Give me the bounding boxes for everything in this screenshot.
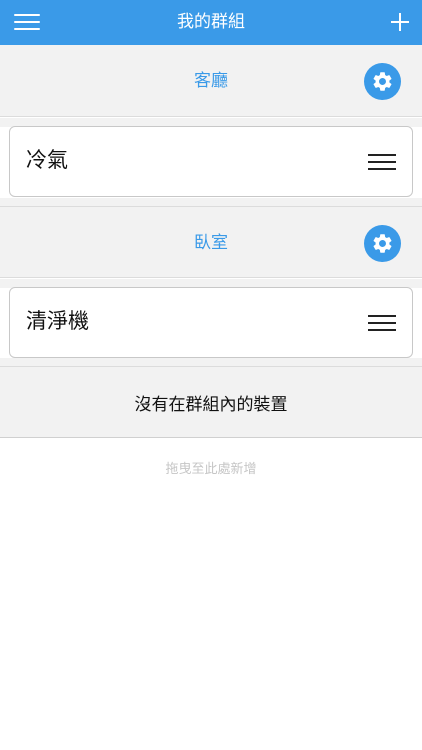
ungrouped-title: 沒有在群組內的裝置	[134, 395, 288, 415]
group-name: 臥室	[194, 233, 228, 253]
add-group-button[interactable]	[388, 10, 412, 34]
top-nav-bar: 我的群組	[0, 0, 422, 45]
drag-handle-icon[interactable]	[368, 153, 396, 171]
app-root: 我的群組 客廳 冷氣 臥室 清淨機 沒有在群組內的裝置 拖曳至此處新增	[0, 0, 422, 750]
device-card-aircon[interactable]: 冷氣	[9, 126, 413, 197]
drag-handle-icon[interactable]	[368, 314, 396, 332]
gear-icon[interactable]	[364, 63, 401, 100]
group-header-living-room: 客廳	[0, 45, 422, 117]
group-name: 客廳	[194, 71, 228, 91]
gear-icon-glyph	[373, 72, 392, 91]
group-header-bedroom: 臥室	[0, 206, 422, 278]
gear-icon[interactable]	[364, 225, 401, 262]
device-name: 冷氣	[26, 148, 68, 172]
drop-zone-hint[interactable]: 拖曳至此處新增	[0, 458, 422, 477]
device-card-purifier[interactable]: 清淨機	[9, 287, 413, 358]
gear-icon-glyph	[373, 234, 392, 253]
ungrouped-devices-section: 沒有在群組內的裝置	[0, 366, 422, 438]
device-name: 清淨機	[26, 309, 89, 333]
page-title: 我的群組	[177, 12, 245, 32]
